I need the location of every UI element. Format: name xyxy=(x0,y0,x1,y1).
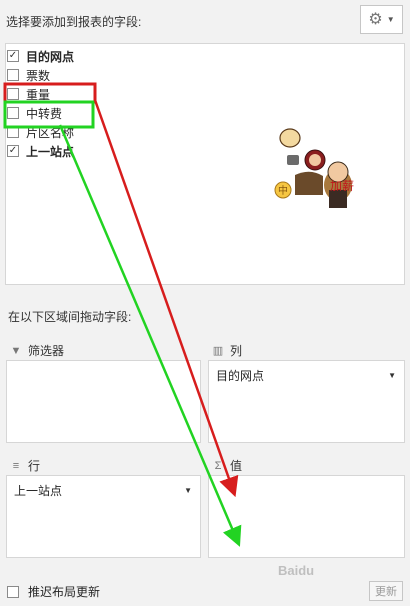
columns-area-title: ▥ 列 xyxy=(212,342,242,359)
field-label: 中转费 xyxy=(26,106,63,121)
filter-icon: ▼ xyxy=(10,344,22,357)
field-label: 片区名称 xyxy=(26,125,75,140)
columns-icon: ▥ xyxy=(212,345,224,357)
columns-drop-zone[interactable]: 目的网点 ▼ xyxy=(208,360,405,443)
filters-area-title: ▼ 筛选器 xyxy=(10,342,64,359)
cartoon-sticker-icon: 中 xyxy=(274,128,352,208)
field-label: 票数 xyxy=(26,68,51,83)
chevron-down-icon[interactable]: ▼ xyxy=(388,371,396,380)
field-list-header: 选择要添加到报表的字段: xyxy=(6,15,142,29)
field-item-region-name[interactable]: 片区名称 xyxy=(7,123,157,141)
checkbox-checked-icon[interactable]: ✓ xyxy=(7,50,19,62)
column-field-label: 目的网点 xyxy=(216,368,265,383)
field-item-weight[interactable]: 重量 xyxy=(7,85,157,103)
update-button[interactable]: 更新 xyxy=(369,581,403,601)
row-field-pill[interactable]: 上一站点 ▼ xyxy=(11,480,196,500)
checkbox-icon[interactable] xyxy=(7,585,19,598)
rows-title: 行 xyxy=(28,459,41,473)
field-label: 重量 xyxy=(26,87,51,102)
rows-area-title: ≡ 行 xyxy=(10,457,40,474)
filters-drop-zone[interactable] xyxy=(6,360,201,443)
filters-title: 筛选器 xyxy=(28,344,65,358)
gear-icon: ⚙ xyxy=(368,10,383,28)
chevron-down-icon: ▼ xyxy=(386,15,395,24)
checkbox-icon[interactable] xyxy=(7,107,19,119)
watermark-logo: Baidu xyxy=(278,563,315,578)
defer-layout-update[interactable]: 推迟布局更新 xyxy=(7,583,100,600)
row-field-label: 上一站点 xyxy=(14,483,63,498)
rows-drop-zone[interactable]: 上一站点 ▼ xyxy=(6,475,201,558)
field-item-votes[interactable]: 票数 xyxy=(7,66,157,84)
values-title: 值 xyxy=(230,459,243,473)
values-drop-zone[interactable] xyxy=(208,475,405,558)
field-label: 目的网点 xyxy=(26,49,75,64)
settings-button[interactable]: ⚙ ▼ xyxy=(360,5,403,34)
sticker-glyph: 中 xyxy=(278,184,288,197)
column-field-pill[interactable]: 目的网点 ▼ xyxy=(213,365,400,385)
checkbox-icon[interactable] xyxy=(7,69,19,81)
field-item-previous-station[interactable]: ✓ 上一站点 xyxy=(7,142,157,160)
field-item-destination[interactable]: ✓ 目的网点 xyxy=(7,47,157,65)
checkbox-icon[interactable] xyxy=(7,88,19,100)
field-label: 上一站点 xyxy=(26,144,75,159)
columns-title: 列 xyxy=(230,344,243,358)
sticker-text: 加薪 xyxy=(330,179,355,193)
rows-icon: ≡ xyxy=(12,459,20,472)
drag-areas-instruction: 在以下区域间拖动字段: xyxy=(8,310,132,324)
field-item-transfer-fee[interactable]: 中转费 xyxy=(7,104,157,122)
sigma-icon: Σ xyxy=(214,459,222,472)
chevron-down-icon[interactable]: ▼ xyxy=(184,486,192,495)
defer-layout-update-label: 推迟布局更新 xyxy=(28,585,101,599)
values-area-title: Σ 值 xyxy=(212,457,242,474)
checkbox-icon[interactable] xyxy=(7,126,19,138)
checkbox-checked-icon[interactable]: ✓ xyxy=(7,145,19,157)
